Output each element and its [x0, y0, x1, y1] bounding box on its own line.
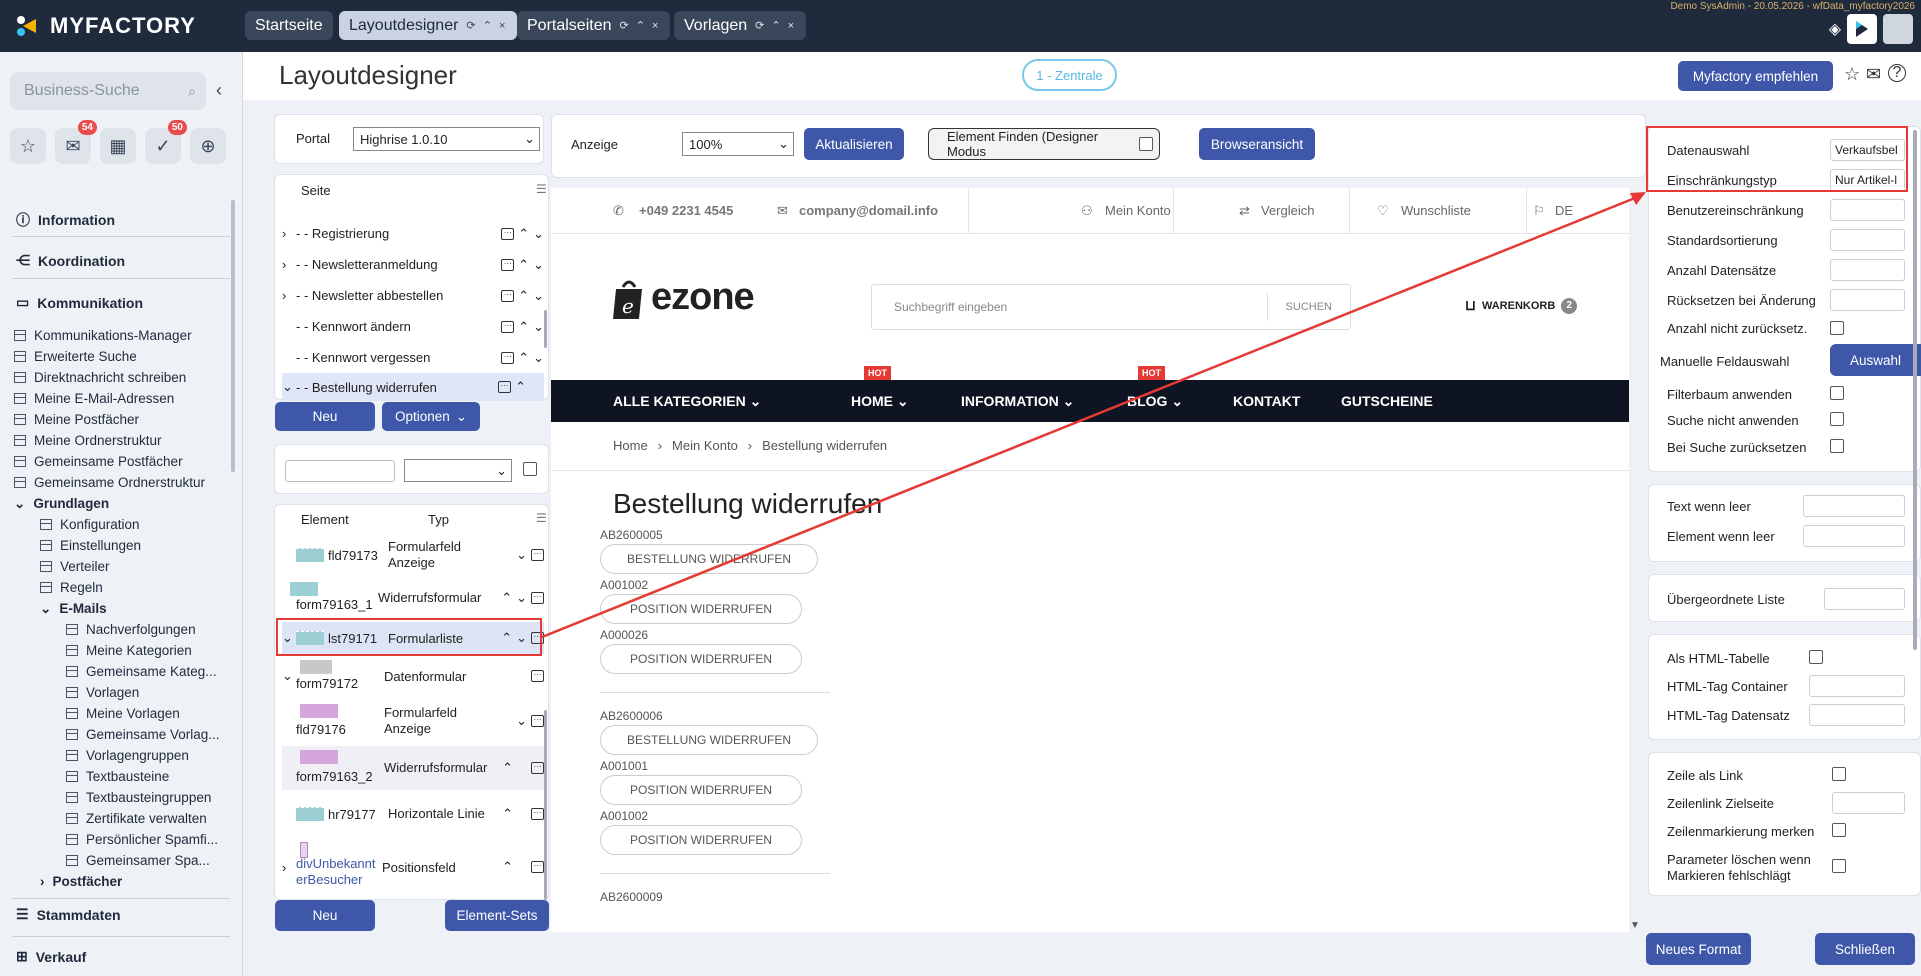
annotation-arrow-icon	[541, 192, 1646, 639]
